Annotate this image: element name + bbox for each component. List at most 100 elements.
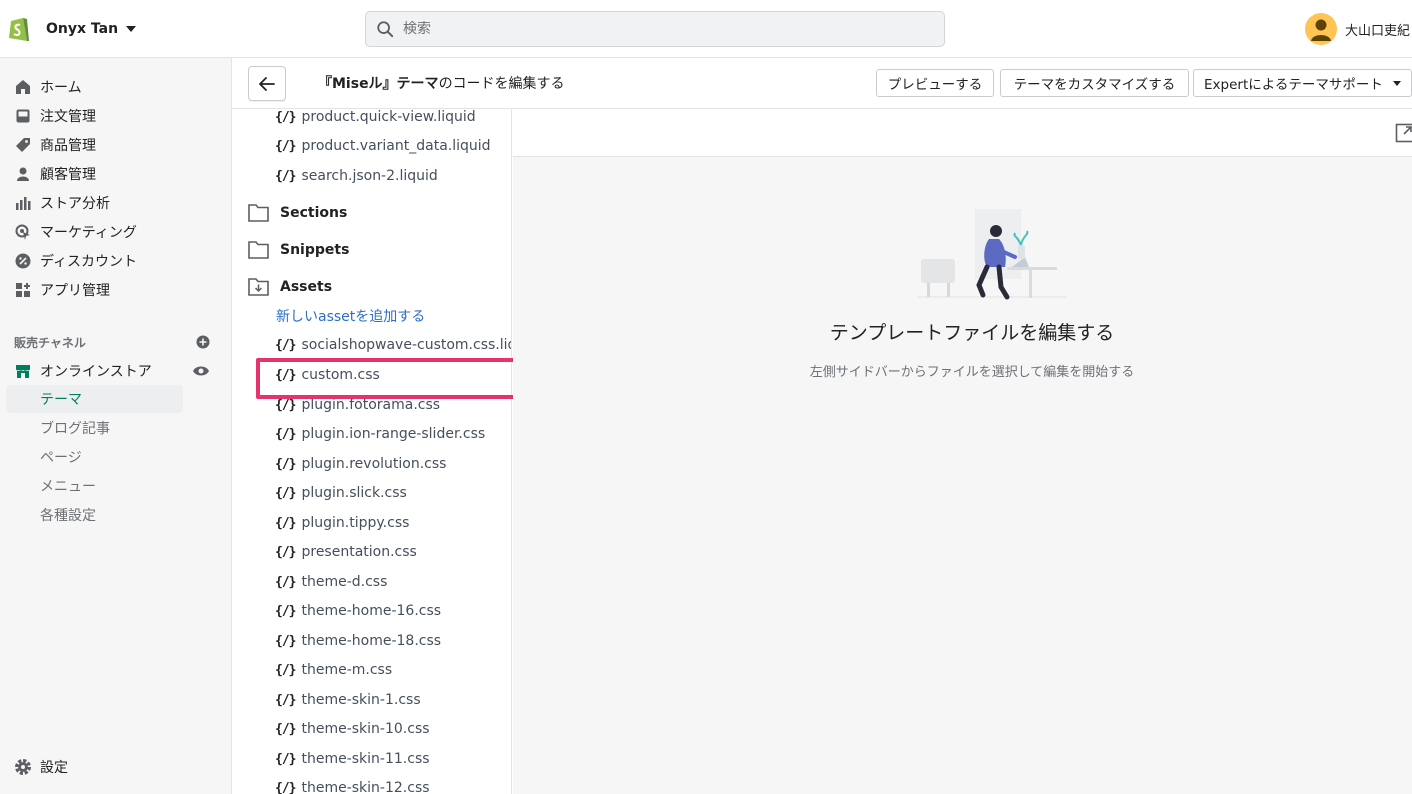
sidebar-item-apps[interactable]: アプリ管理 [0,275,232,304]
css-file-icon: {/} [275,426,297,442]
sidebar-item-home[interactable]: ホーム [0,72,232,101]
sidebar-item-online-store[interactable]: オンラインストア [0,356,232,385]
css-file-icon: {/} [275,574,297,590]
folder-icon [248,204,269,222]
sidebar-item-marketing[interactable]: マーケティング [0,217,232,246]
liquid-file-icon: {/} [275,168,297,184]
file-item[interactable]: {/} product.variant_data.liquid [275,135,491,157]
sidebar-sub-item-blog-posts[interactable]: ブログ記事 [0,414,232,442]
user-menu[interactable]: 大山口吏紀 [1305,12,1410,46]
file-item[interactable]: {/}socialshopwave-custom.css.liquid [275,334,511,356]
file-item[interactable]: {/} theme-skin-1.css [275,689,421,711]
liquid-file-icon: {/} [275,109,297,125]
file-item[interactable]: {/} theme-skin-10.css [275,718,430,740]
css-file-icon: {/} [275,692,297,708]
avatar [1305,13,1337,45]
file-item[interactable]: {/} plugin.ion-range-slider.css [275,423,485,445]
person-at-desk-illustration-icon [917,209,1067,300]
inbox-icon [14,107,32,125]
add-channel-icon[interactable] [196,335,210,349]
empty-state-subtitle: 左側サイドバーからファイルを選択して編集を開始する [809,365,1135,380]
add-asset-link[interactable]: 新しいassetを追加する [276,306,425,326]
empty-state-title: テンプレートファイルを編集する [829,322,1115,344]
css-file-icon: {/} [275,633,297,649]
css-file-icon: {/} [275,485,297,501]
back-button[interactable] [248,66,286,101]
css-file-icon: {/} [275,603,297,619]
file-item[interactable]: {/} product.quick-view.liquid [275,109,476,128]
page-title: 『Miseル』テーマのコードを編集する [318,73,565,93]
folder-assets[interactable]: Assets [248,275,332,299]
sidebar-item-orders[interactable]: 注文管理 [0,101,232,130]
search-icon [377,21,394,38]
expert-support-button[interactable]: Expertによるテーマサポート [1193,69,1412,97]
file-item[interactable]: {/} theme-d.css [275,571,387,593]
folder-icon [248,241,269,259]
person-icon [14,165,32,183]
top-bar: Onyx Tan 大山口吏紀 [0,0,1412,58]
file-item[interactable]: {/} theme-home-16.css [275,600,441,622]
sidebar-sub-item-pages[interactable]: ページ [0,443,232,471]
folder-sections[interactable]: Sections [248,201,347,225]
sidebar-item-settings[interactable]: 設定 [0,752,232,781]
css-file-icon: {/} [275,780,297,794]
user-name: 大山口吏紀 [1345,23,1411,39]
search-input[interactable] [403,21,903,37]
search-bar[interactable] [365,11,945,47]
liquid-file-icon: {/} [275,138,297,154]
editor-header: 『Miseル』テーマのコードを編集する プレビューする テーマをカスタマイズする… [232,58,1412,109]
gear-icon [14,758,32,776]
file-item[interactable]: {/} plugin.revolution.css [275,453,446,475]
sidebar-sub-item-navigation[interactable]: メニュー [0,472,232,500]
css-file-icon: {/} [275,544,297,560]
css-file-icon: {/} [275,397,297,413]
css-file-icon: {/} [275,515,297,531]
tag-icon [14,136,32,154]
file-item[interactable]: {/} plugin.slick.css [275,482,407,504]
store-switcher[interactable]: Onyx Tan [6,12,137,46]
page-title-suffix: のコードを編集する [438,76,565,92]
apps-icon [14,281,32,299]
sidebar-sub-item-preferences[interactable]: 各種設定 [0,501,232,529]
bar-chart-icon [14,194,32,212]
expert-support-label: Expertによるテーマサポート [1204,77,1383,93]
css-file-icon: {/} [275,662,297,678]
eye-icon[interactable] [192,365,210,377]
target-icon [14,223,32,241]
css-file-icon: {/} [275,751,297,767]
file-item[interactable]: {/} search.json-2.liquid [275,165,438,187]
file-item[interactable]: {/} theme-m.css [275,659,392,681]
expand-icon[interactable] [1395,123,1412,143]
file-item[interactable]: {/} theme-home-18.css [275,630,441,652]
store-name: Onyx Tan [46,21,119,37]
folder-snippets[interactable]: Snippets [248,238,349,262]
customize-theme-button[interactable]: テーマをカスタマイズする [1000,69,1189,97]
sidebar: ホーム 注文管理 商品管理 顧客管理 ストア分析 マーケティング ディスカウント… [0,58,232,794]
sidebar-item-discounts[interactable]: ディスカウント [0,246,232,275]
sidebar-item-customers[interactable]: 顧客管理 [0,159,232,188]
preview-button[interactable]: プレビューする [876,69,994,97]
home-icon [14,78,32,96]
chevron-down-icon [1392,80,1401,86]
sidebar-item-analytics[interactable]: ストア分析 [0,188,232,217]
folder-open-icon [248,278,269,296]
discount-icon [14,252,32,270]
file-item[interactable]: {/} plugin.tippy.css [275,512,409,534]
sidebar-sub-item-themes[interactable]: テーマ [6,385,183,413]
file-item[interactable]: {/} theme-skin-11.css [275,748,430,770]
liquid-file-icon: {/} [275,337,297,353]
file-item[interactable]: {/} presentation.css [275,541,417,563]
person-avatar-icon [1311,19,1331,41]
shopify-logo-icon [6,14,32,44]
sales-channels-header: 販売チャネル [14,332,210,352]
arrow-left-icon [259,76,275,91]
css-file-icon: {/} [275,456,297,472]
store-icon [14,362,32,380]
css-file-icon: {/} [275,721,297,737]
highlight-box [256,358,517,399]
chevron-down-icon [126,26,137,32]
file-item[interactable]: {/} theme-skin-12.css [275,777,430,794]
theme-name: 『Miseル』テーマ [318,76,439,92]
editor-toolbar [513,109,1412,157]
sidebar-item-products[interactable]: 商品管理 [0,130,232,159]
